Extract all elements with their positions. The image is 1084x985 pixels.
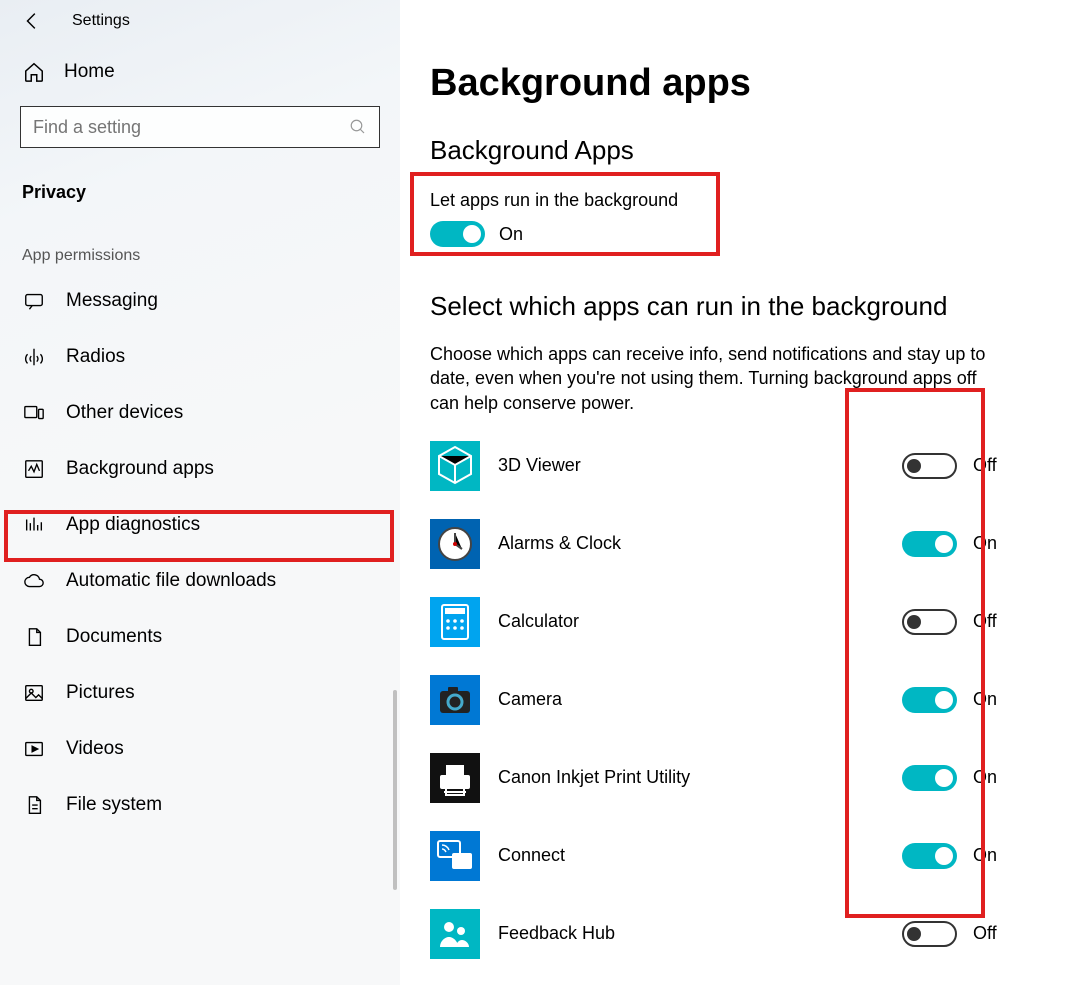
section2-desc: Choose which apps can receive info, send…: [430, 342, 990, 415]
app-name: Alarms & Clock: [498, 533, 902, 554]
message-icon: [22, 289, 46, 313]
nav-item-label: Videos: [66, 738, 124, 760]
app-toggle-wrap: On: [902, 531, 1024, 557]
app-row-alarms-clock: Alarms & Clock On: [430, 519, 1024, 569]
nav-item-other-devices[interactable]: Other devices: [0, 385, 400, 441]
master-toggle-label: Let apps run in the background: [430, 190, 1024, 211]
app-toggle[interactable]: [902, 921, 957, 947]
nav-item-label: Messaging: [66, 290, 158, 312]
diagnostics-icon: [22, 513, 46, 537]
app-icon: [430, 909, 480, 959]
app-toggle-state: On: [973, 689, 997, 710]
sidebar: Settings Home Privacy App permissions Me…: [0, 0, 400, 985]
topbar: Settings: [0, 0, 400, 38]
nav-item-background-apps[interactable]: Background apps: [0, 441, 400, 497]
nav-item-videos[interactable]: Videos: [0, 721, 400, 777]
app-name: Connect: [498, 845, 902, 866]
app-row-calculator: Calculator Off: [430, 597, 1024, 647]
home-label: Home: [64, 61, 115, 83]
nav-item-label: App diagnostics: [66, 514, 200, 536]
home-icon: [22, 60, 46, 84]
activity-icon: [22, 457, 46, 481]
app-row-connect: Connect On: [430, 831, 1024, 881]
search-icon: [349, 118, 367, 136]
app-name: Calculator: [498, 611, 902, 632]
app-name: Canon Inkjet Print Utility: [498, 767, 902, 788]
app-toggle-wrap: Off: [902, 609, 1024, 635]
master-toggle-row: On: [430, 221, 1024, 247]
app-list: 3D Viewer Off Alarms & Clock On Calculat…: [430, 441, 1024, 959]
app-row-3d-viewer: 3D Viewer Off: [430, 441, 1024, 491]
window-title: Settings: [72, 12, 130, 30]
app-toggle-wrap: On: [902, 687, 1024, 713]
scrollbar[interactable]: [393, 690, 397, 890]
app-toggle[interactable]: [902, 765, 957, 791]
nav-item-label: File system: [66, 794, 162, 816]
category-label: Privacy: [0, 158, 400, 213]
app-name: Feedback Hub: [498, 923, 902, 944]
app-toggle-state: Off: [973, 923, 997, 944]
app-row-camera: Camera On: [430, 675, 1024, 725]
app-icon: [430, 753, 480, 803]
app-toggle-state: On: [973, 767, 997, 788]
search-input[interactable]: [33, 117, 349, 138]
app-toggle-wrap: On: [902, 843, 1024, 869]
radio-icon: [22, 345, 46, 369]
document-icon: [22, 625, 46, 649]
nav-item-label: Other devices: [66, 402, 183, 424]
app-toggle[interactable]: [902, 531, 957, 557]
app-icon: [430, 519, 480, 569]
search-container: [0, 94, 400, 158]
app-toggle-state: Off: [973, 611, 997, 632]
cloud-icon: [22, 569, 46, 593]
app-toggle-wrap: Off: [902, 453, 1024, 479]
filesystem-icon: [22, 793, 46, 817]
app-name: Camera: [498, 689, 902, 710]
app-row-feedback-hub: Feedback Hub Off: [430, 909, 1024, 959]
app-icon: [430, 675, 480, 725]
nav-list: Messaging Radios Other devices Backgroun…: [0, 273, 400, 833]
main-content: Background apps Background Apps Let apps…: [400, 0, 1084, 985]
app-icon: [430, 597, 480, 647]
nav-item-label: Background apps: [66, 458, 214, 480]
app-name: 3D Viewer: [498, 455, 902, 476]
pictures-icon: [22, 681, 46, 705]
master-toggle[interactable]: [430, 221, 485, 247]
page-title: Background apps: [430, 62, 1024, 105]
app-toggle-wrap: On: [902, 765, 1024, 791]
section-label: App permissions: [0, 213, 400, 273]
nav-item-documents[interactable]: Documents: [0, 609, 400, 665]
nav-item-file-system[interactable]: File system: [0, 777, 400, 833]
app-icon: [430, 441, 480, 491]
section1-heading: Background Apps: [430, 135, 1024, 166]
nav-item-automatic-file-downloads[interactable]: Automatic file downloads: [0, 553, 400, 609]
app-toggle-state: Off: [973, 455, 997, 476]
app-toggle[interactable]: [902, 609, 957, 635]
back-button[interactable]: [22, 10, 44, 32]
app-toggle[interactable]: [902, 843, 957, 869]
nav-item-label: Radios: [66, 346, 125, 368]
nav-item-messaging[interactable]: Messaging: [0, 273, 400, 329]
app-toggle[interactable]: [902, 687, 957, 713]
master-toggle-state: On: [499, 224, 523, 245]
home-nav[interactable]: Home: [0, 38, 400, 94]
app-icon: [430, 831, 480, 881]
nav-item-label: Automatic file downloads: [66, 570, 276, 592]
app-toggle-state: On: [973, 845, 997, 866]
nav-item-label: Pictures: [66, 682, 135, 704]
app-toggle-state: On: [973, 533, 997, 554]
nav-item-label: Documents: [66, 626, 162, 648]
devices-icon: [22, 401, 46, 425]
videos-icon: [22, 737, 46, 761]
nav-item-app-diagnostics[interactable]: App diagnostics: [0, 497, 400, 553]
search-box[interactable]: [20, 106, 380, 148]
nav-item-radios[interactable]: Radios: [0, 329, 400, 385]
section2-heading: Select which apps can run in the backgro…: [430, 291, 1024, 322]
app-toggle-wrap: Off: [902, 921, 1024, 947]
app-toggle[interactable]: [902, 453, 957, 479]
nav-item-pictures[interactable]: Pictures: [0, 665, 400, 721]
app-row-canon-inkjet-print-utility: Canon Inkjet Print Utility On: [430, 753, 1024, 803]
